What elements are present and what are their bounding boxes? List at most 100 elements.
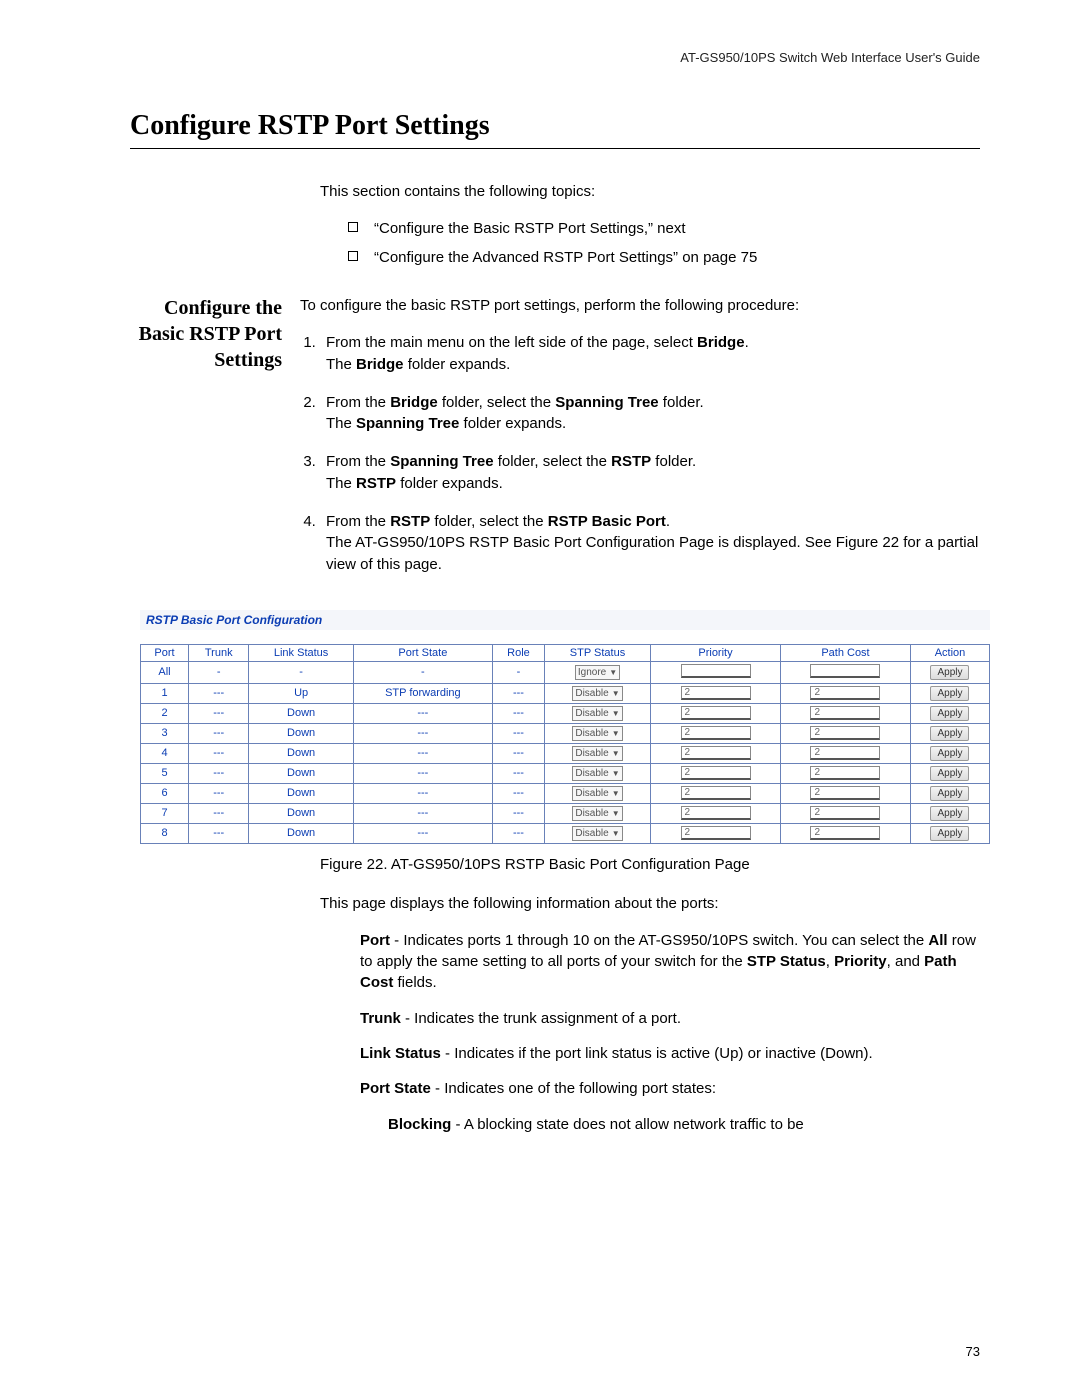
stp-status-dropdown[interactable]: Disable▼ (572, 806, 622, 821)
cell-priority: 2 (651, 723, 781, 743)
stp-status-dropdown[interactable]: Disable▼ (572, 706, 622, 721)
cell-path-cost: 2 (780, 823, 910, 843)
cell-link: Down (249, 703, 353, 723)
table-row: All----Ignore▼Apply (141, 661, 990, 683)
cell-role: --- (492, 723, 544, 743)
cell-port: 6 (141, 783, 189, 803)
priority-input[interactable]: 2 (681, 746, 751, 760)
path-cost-input[interactable]: 2 (810, 766, 880, 780)
apply-button[interactable]: Apply (930, 726, 969, 741)
cell-role: --- (492, 743, 544, 763)
apply-button[interactable]: Apply (930, 786, 969, 801)
path-cost-input[interactable]: 2 (810, 826, 880, 840)
cell-state: --- (353, 763, 492, 783)
step: From the RSTP folder, select the RSTP Ba… (320, 511, 980, 576)
table-row: 3---Down------Disable▼22Apply (141, 723, 990, 743)
apply-button[interactable]: Apply (930, 686, 969, 701)
cell-path-cost: 2 (780, 723, 910, 743)
path-cost-input[interactable]: 2 (810, 746, 880, 760)
chevron-down-icon: ▼ (612, 729, 620, 738)
cell-stp-status: Disable▼ (545, 703, 651, 723)
cell-link: Down (249, 783, 353, 803)
stp-status-dropdown[interactable]: Disable▼ (572, 826, 622, 841)
lead-in: To configure the basic RSTP port setting… (300, 295, 980, 316)
config-table: Port Trunk Link Status Port State Role S… (140, 644, 990, 844)
apply-button[interactable]: Apply (930, 766, 969, 781)
cell-role: --- (492, 763, 544, 783)
apply-button[interactable]: Apply (930, 665, 969, 680)
apply-button[interactable]: Apply (930, 746, 969, 761)
chevron-down-icon: ▼ (612, 809, 620, 818)
stp-status-dropdown[interactable]: Disable▼ (572, 726, 622, 741)
stp-status-dropdown[interactable]: Disable▼ (572, 746, 622, 761)
table-row: 6---Down------Disable▼22Apply (141, 783, 990, 803)
priority-input[interactable]: 2 (681, 686, 751, 700)
table-header-row: Port Trunk Link Status Port State Role S… (141, 644, 990, 661)
cell-state: --- (353, 783, 492, 803)
cell-trunk: - (189, 661, 249, 683)
path-cost-input[interactable]: 2 (810, 786, 880, 800)
topic-list: “Configure the Basic RSTP Port Settings,… (348, 218, 980, 269)
stp-status-dropdown[interactable]: Disable▼ (572, 766, 622, 781)
cell-action: Apply (910, 723, 989, 743)
stp-status-dropdown[interactable]: Disable▼ (572, 786, 622, 801)
chevron-down-icon: ▼ (609, 668, 617, 677)
title-rule (130, 148, 980, 149)
cell-state: --- (353, 803, 492, 823)
col-path-cost: Path Cost (780, 644, 910, 661)
cell-link: Down (249, 723, 353, 743)
priority-input[interactable] (681, 664, 751, 678)
table-row: 1---UpSTP forwarding---Disable▼22Apply (141, 683, 990, 703)
table-row: 8---Down------Disable▼22Apply (141, 823, 990, 843)
def-port-state: Port State - Indicates one of the follow… (360, 1078, 980, 1099)
def-blocking: Blocking - A blocking state does not all… (388, 1114, 980, 1135)
priority-input[interactable]: 2 (681, 766, 751, 780)
cell-action: Apply (910, 661, 989, 683)
cell-action: Apply (910, 763, 989, 783)
path-cost-input[interactable] (810, 664, 880, 678)
apply-button[interactable]: Apply (930, 826, 969, 841)
cell-trunk: --- (189, 803, 249, 823)
path-cost-input[interactable]: 2 (810, 726, 880, 740)
stp-status-dropdown[interactable]: Ignore▼ (575, 665, 620, 680)
col-port-state: Port State (353, 644, 492, 661)
apply-button[interactable]: Apply (930, 706, 969, 721)
cell-action: Apply (910, 803, 989, 823)
cell-state: --- (353, 723, 492, 743)
chevron-down-icon: ▼ (612, 709, 620, 718)
cell-priority: 2 (651, 823, 781, 843)
priority-input[interactable]: 2 (681, 706, 751, 720)
rstp-config-screenshot: RSTP Basic Port Configuration Port Trunk… (140, 610, 990, 844)
cell-link: - (249, 661, 353, 683)
topic-item: “Configure the Advanced RSTP Port Settin… (348, 247, 980, 270)
path-cost-input[interactable]: 2 (810, 686, 880, 700)
apply-button[interactable]: Apply (930, 806, 969, 821)
cell-role: - (492, 661, 544, 683)
cell-path-cost: 2 (780, 703, 910, 723)
priority-input[interactable]: 2 (681, 826, 751, 840)
cell-priority (651, 661, 781, 683)
col-action: Action (910, 644, 989, 661)
cell-priority: 2 (651, 703, 781, 723)
def-link-status: Link Status - Indicates if the port link… (360, 1043, 980, 1064)
cell-stp-status: Disable▼ (545, 823, 651, 843)
cell-port: 2 (141, 703, 189, 723)
path-cost-input[interactable]: 2 (810, 706, 880, 720)
cell-state: --- (353, 823, 492, 843)
path-cost-input[interactable]: 2 (810, 806, 880, 820)
cell-action: Apply (910, 683, 989, 703)
cell-stp-status: Disable▼ (545, 743, 651, 763)
cell-state: --- (353, 703, 492, 723)
cell-trunk: --- (189, 783, 249, 803)
cell-port: 7 (141, 803, 189, 823)
priority-input[interactable]: 2 (681, 786, 751, 800)
step: From the Spanning Tree folder, select th… (320, 451, 980, 495)
page: AT-GS950/10PS Switch Web Interface User'… (0, 0, 1080, 1397)
cell-trunk: --- (189, 763, 249, 783)
stp-status-dropdown[interactable]: Disable▼ (572, 686, 622, 701)
priority-input[interactable]: 2 (681, 726, 751, 740)
cell-stp-status: Disable▼ (545, 683, 651, 703)
cell-path-cost: 2 (780, 763, 910, 783)
priority-input[interactable]: 2 (681, 806, 751, 820)
chevron-down-icon: ▼ (612, 749, 620, 758)
